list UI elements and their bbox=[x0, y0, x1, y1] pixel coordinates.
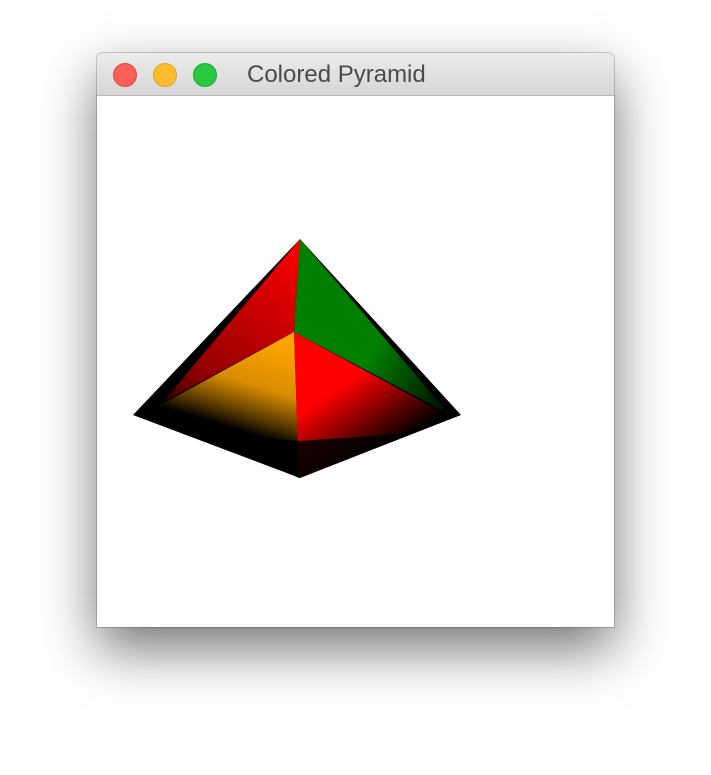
title-bar[interactable]: Colored Pyramid bbox=[97, 53, 614, 96]
zoom-button[interactable] bbox=[193, 63, 217, 87]
app-window: Colored Pyramid bbox=[97, 53, 614, 627]
canvas-area bbox=[97, 96, 614, 627]
close-button[interactable] bbox=[113, 63, 137, 87]
minimize-button[interactable] bbox=[153, 63, 177, 87]
pyramid-canvas bbox=[133, 239, 461, 478]
window-title: Colored Pyramid bbox=[247, 61, 426, 88]
